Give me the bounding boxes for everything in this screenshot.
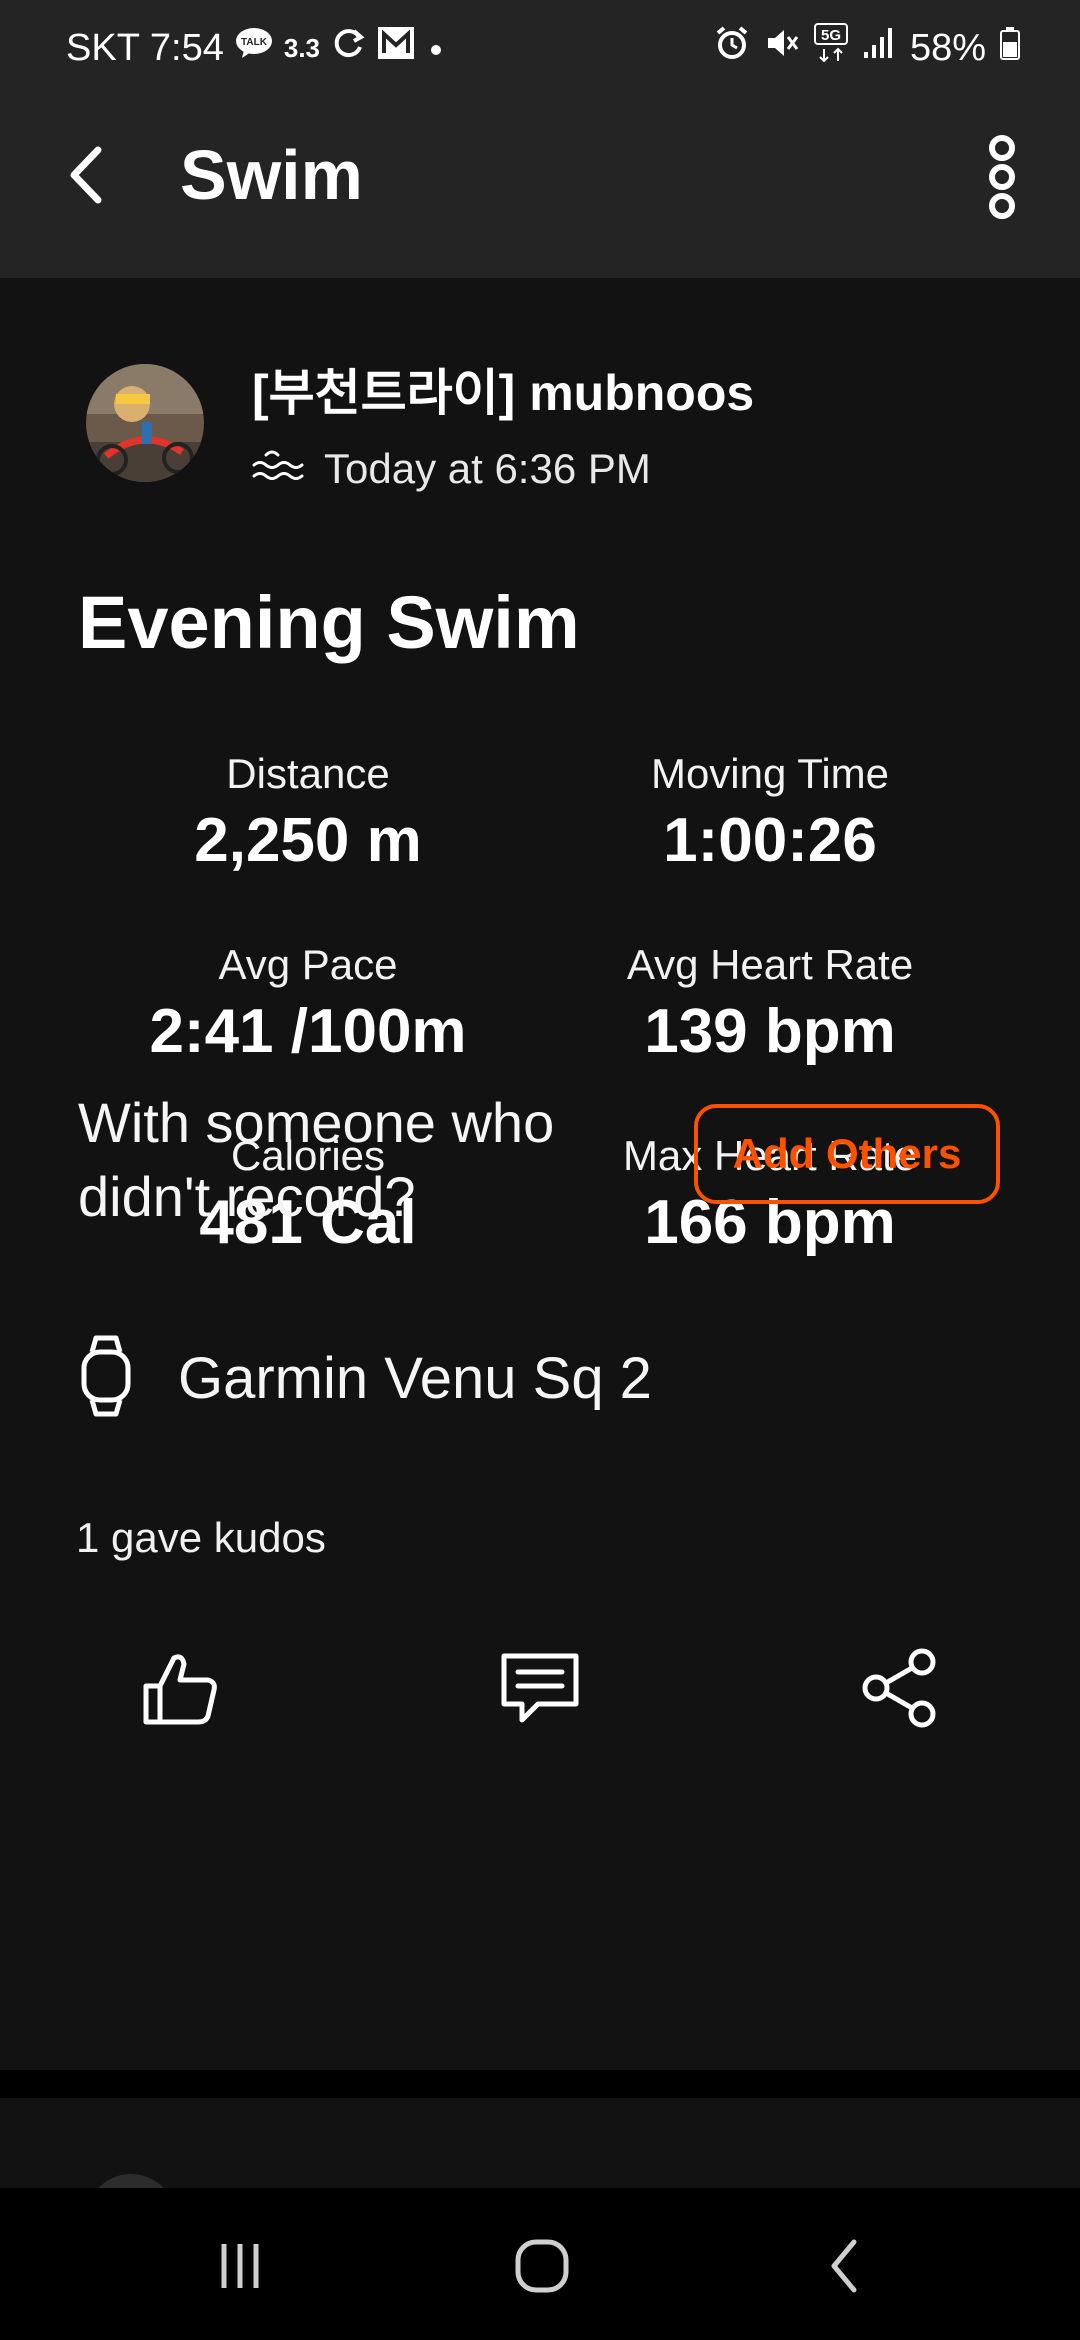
home-icon [515, 2239, 569, 2293]
dot-icon [426, 27, 446, 70]
stat-moving-time: Moving Time 1:00:26 [540, 748, 1000, 878]
status-bar: SKT 7:54 TALK 3.3 5G 58% [0, 0, 1080, 96]
stat-label: Distance [226, 750, 390, 797]
next-avatar[interactable] [86, 2174, 176, 2188]
nav-back-button[interactable] [796, 2226, 896, 2306]
home-button[interactable] [492, 2226, 592, 2306]
clock: 7:54 [149, 26, 224, 69]
sync-icon [330, 25, 366, 71]
device-row: Garmin Venu Sq 2 [78, 1328, 652, 1428]
share-button[interactable] [850, 1638, 950, 1738]
feed-divider [0, 2070, 1080, 2098]
status-right: 5G 58% [714, 22, 1020, 74]
data-speed: 3.3 [283, 32, 321, 63]
add-others-prompt: With someone who didn't record? [78, 1091, 555, 1228]
stat-value: 2:41 /100m [149, 997, 467, 1066]
stat-value: 1:00:26 [663, 806, 877, 875]
alarm-icon [714, 25, 750, 71]
battery-level: 58% [909, 26, 986, 69]
stat-distance: Distance 2,250 m [78, 748, 538, 878]
stat-label: Avg Heart Rate [626, 941, 914, 988]
mute-icon [764, 25, 800, 71]
add-others-button[interactable]: Add Others [694, 1104, 1000, 1204]
kudos-button[interactable] [130, 1638, 230, 1738]
swim-icon [252, 447, 304, 492]
stat-label: Moving Time [650, 750, 890, 797]
battery-icon [1000, 26, 1020, 70]
network-5g-icon: 5G [813, 23, 848, 73]
status-left: SKT 7:54 TALK 3.3 [66, 22, 446, 74]
kudos-icon [143, 1654, 217, 1725]
more-vertical-icon [989, 135, 1015, 219]
athlete-name[interactable]: [부천트라이] mubnoos [252, 362, 754, 424]
back-button[interactable] [56, 134, 126, 216]
svg-text:TALK: TALK [241, 37, 268, 48]
back-icon [831, 2239, 857, 2293]
system-nav-bar [0, 2188, 1080, 2340]
avatar[interactable] [86, 364, 204, 482]
app-bar: Swim [0, 96, 1080, 278]
activity-meta: Today at 6:36 PM [252, 438, 651, 500]
recent-apps-button[interactable] [190, 2226, 290, 2306]
stat-value: 139 bpm [644, 997, 896, 1066]
device-name: Garmin Venu Sq 2 [178, 1345, 652, 1411]
stat-avg-pace: Avg Pace 2:41 /100m [78, 939, 538, 1069]
carrier-label: SKT [66, 26, 140, 69]
activity-title: Evening Swim [78, 581, 580, 664]
activity-time: Today at 6:36 PM [324, 445, 651, 492]
recent-apps-icon [221, 2244, 259, 2288]
share-icon [862, 1648, 936, 1728]
watch-icon [78, 1334, 134, 1423]
chevron-left-icon [70, 146, 102, 204]
stat-label: Avg Pace [218, 941, 398, 988]
stat-avg-heart-rate: Avg Heart Rate 139 bpm [540, 939, 1000, 1069]
comment-button[interactable] [490, 1638, 590, 1738]
page-title: Swim [180, 136, 363, 214]
kudos-count[interactable]: 1 gave kudos [76, 1510, 326, 1566]
signal-icon [862, 26, 896, 70]
svg-text:5G: 5G [821, 27, 841, 44]
stat-value: 2,250 m [194, 806, 422, 875]
more-options-button[interactable] [972, 134, 1032, 220]
gmail-icon [376, 25, 416, 71]
next-activity-card[interactable] [0, 2098, 1080, 2188]
comment-icon [501, 1653, 579, 1723]
talk-icon: TALK [234, 26, 274, 70]
